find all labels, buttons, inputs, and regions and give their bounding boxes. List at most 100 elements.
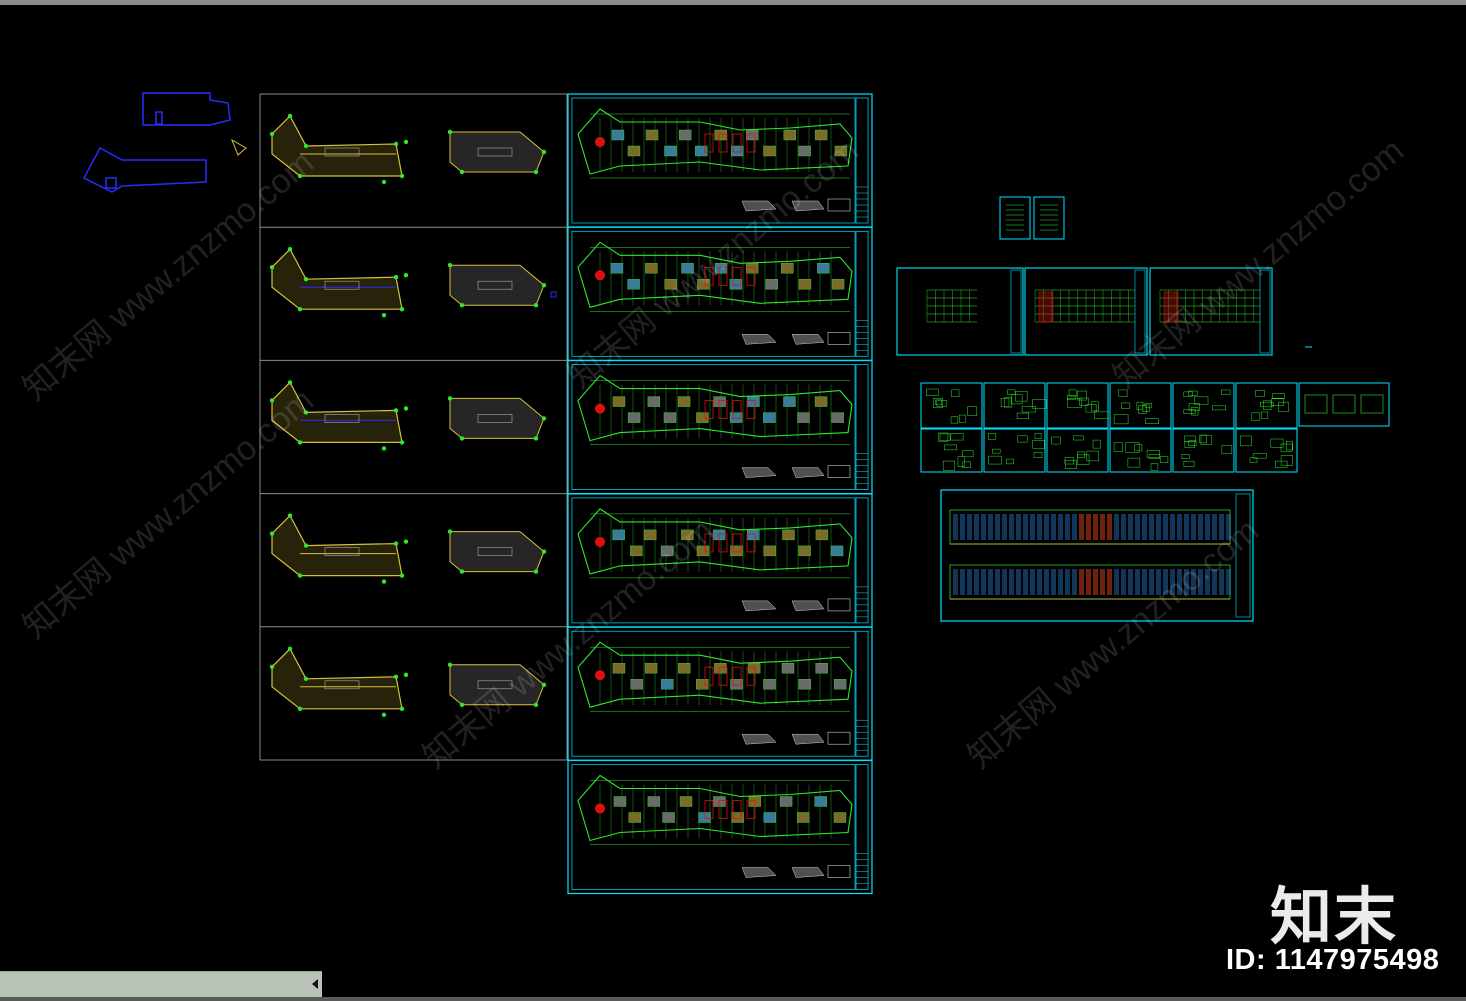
detail-element (1150, 463, 1159, 471)
key-plan-thumb (741, 334, 777, 345)
detail-element (1145, 418, 1159, 424)
detail-element (1032, 440, 1045, 449)
grid-node-dot (303, 143, 309, 149)
detail-element (1127, 457, 1141, 468)
room-fill (830, 545, 844, 557)
room-fill (698, 812, 711, 823)
detail-element (1255, 390, 1265, 397)
grid-node-dot (533, 169, 539, 175)
detail-element (1285, 440, 1293, 451)
status-bar-scroll[interactable] (0, 971, 322, 998)
grid-node-dot (381, 446, 387, 451)
detail-element (1251, 412, 1261, 421)
detail-element (942, 460, 955, 471)
legend-box (827, 198, 851, 212)
detail-element (1017, 435, 1028, 443)
section-window (1023, 514, 1028, 540)
detail-element (1113, 442, 1123, 453)
detail-element (1134, 444, 1143, 452)
floor-plan-sheets (567, 93, 873, 895)
detail-element (1270, 438, 1284, 448)
grid-node-dot (381, 179, 387, 185)
grid-node-dot (403, 406, 409, 411)
legend-box (827, 465, 851, 478)
title-block (855, 230, 869, 357)
section-window (974, 569, 979, 595)
detail-element (1032, 399, 1047, 409)
room-fill (679, 796, 693, 807)
grid-node-dot (269, 664, 275, 669)
room-fill (644, 663, 658, 674)
stair-marker (595, 803, 605, 814)
section-window (981, 514, 986, 540)
section-window (1184, 514, 1189, 540)
detail-element (958, 414, 966, 423)
detail-element (951, 389, 960, 397)
grid-node-dot (393, 275, 399, 280)
room-fill (783, 129, 797, 141)
detail-element (992, 448, 1001, 454)
marker-square (550, 291, 557, 298)
resource-id-label: ID: 1147975498 (1226, 944, 1440, 976)
area-footprint-right (449, 131, 545, 173)
detail-sheet (1109, 428, 1172, 473)
room-fill (645, 263, 658, 274)
grid-node-dot (393, 541, 399, 546)
grid-node-dot (447, 396, 453, 401)
room-fill (729, 412, 743, 423)
grid-node-dot (287, 513, 293, 518)
room-fill (628, 812, 641, 823)
section-window (953, 569, 958, 595)
room-fill (747, 396, 760, 407)
floor-plan-outline (577, 374, 853, 442)
detail-element (938, 432, 949, 442)
section-window (1072, 569, 1077, 595)
section-window (1114, 514, 1119, 540)
key-plan-thumb (741, 467, 777, 478)
grid-node-dot (459, 169, 465, 175)
grid-node-dot (447, 129, 453, 135)
detail-element (1000, 398, 1010, 408)
room-fill (713, 396, 726, 407)
room-fill (745, 263, 759, 274)
room-fill (713, 796, 726, 807)
room-fill (831, 279, 845, 290)
section-window (1093, 569, 1098, 595)
legend-box (827, 865, 851, 878)
detail-element (988, 433, 997, 440)
room-fill (612, 396, 626, 407)
section-window (988, 514, 993, 540)
grid-node-dot (399, 706, 405, 711)
room-fill (796, 812, 810, 823)
key-plan-thumb (741, 733, 777, 745)
grid-node-dot (297, 307, 303, 312)
section-window (1058, 514, 1063, 540)
detail-element (1092, 439, 1101, 449)
grid-node-dot (303, 543, 309, 548)
section-window (1086, 514, 1091, 540)
room-fill (678, 663, 691, 674)
room-fill (814, 396, 828, 407)
grid-node-dot (287, 113, 293, 119)
caret-left-icon[interactable] (312, 979, 318, 989)
section-window (1009, 569, 1014, 595)
detail-element (1221, 389, 1231, 395)
detail-element (967, 406, 978, 417)
grid-node-dot (541, 416, 547, 421)
section-window (1177, 514, 1182, 540)
floor-plan-outline (577, 641, 853, 708)
detail-element (1086, 450, 1100, 462)
detail-element (1183, 391, 1193, 397)
section-window (1009, 514, 1014, 540)
section-window (1058, 569, 1063, 595)
section-window (967, 569, 972, 595)
grid-node-dot (399, 440, 405, 445)
detail-sheet-wide (1298, 382, 1390, 427)
room-fill (747, 663, 761, 674)
detail-element (1094, 411, 1109, 419)
area-footprint-left (271, 514, 403, 577)
detail-element (1183, 409, 1196, 414)
grid-node-dot (303, 676, 309, 681)
detail-element (1051, 436, 1061, 445)
section-window (995, 514, 1000, 540)
